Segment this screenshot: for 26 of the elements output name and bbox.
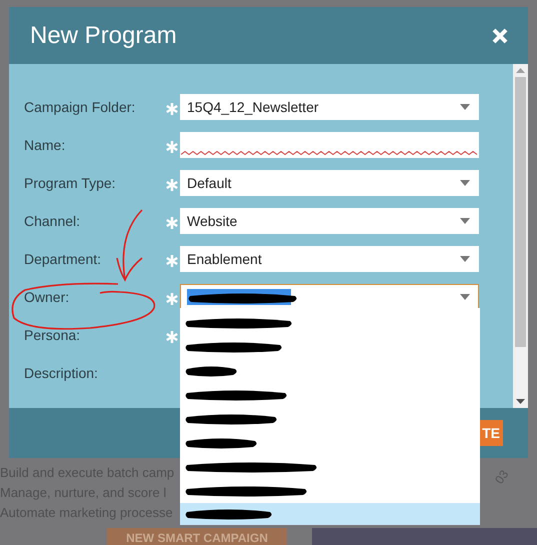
scroll-down-icon[interactable] (516, 399, 525, 404)
caret-icon (460, 256, 470, 262)
caret-icon (460, 180, 470, 186)
input-field[interactable] (180, 132, 479, 158)
field-label: Department: (24, 251, 102, 267)
scrollbar[interactable] (513, 64, 528, 408)
caret-icon (460, 294, 470, 300)
field-label: Persona: (24, 327, 82, 343)
dropdown-field[interactable] (180, 284, 479, 310)
dropdown-field[interactable]: Default (180, 170, 479, 196)
dropdown-field[interactable]: Enablement (180, 246, 479, 272)
dropdown-option[interactable] (180, 503, 480, 525)
dropdown-field[interactable]: 15Q4_12_Newsletter (180, 94, 479, 120)
field-label: Campaign Folder: (24, 99, 136, 115)
dialog-title: New Program (30, 22, 177, 50)
close-button[interactable] (492, 28, 508, 44)
field-label: Program Type: (24, 175, 117, 191)
caret-icon (460, 218, 470, 224)
dropdown-field[interactable]: Website (180, 208, 479, 234)
field-label: Owner: (24, 289, 70, 305)
caret-icon (460, 104, 470, 110)
field-label: Description: (24, 365, 99, 381)
field-label: Channel: (24, 213, 82, 229)
hand-drawn-arrow (116, 209, 143, 281)
field-label: Name: (24, 137, 66, 153)
redaction-mark (184, 364, 239, 378)
